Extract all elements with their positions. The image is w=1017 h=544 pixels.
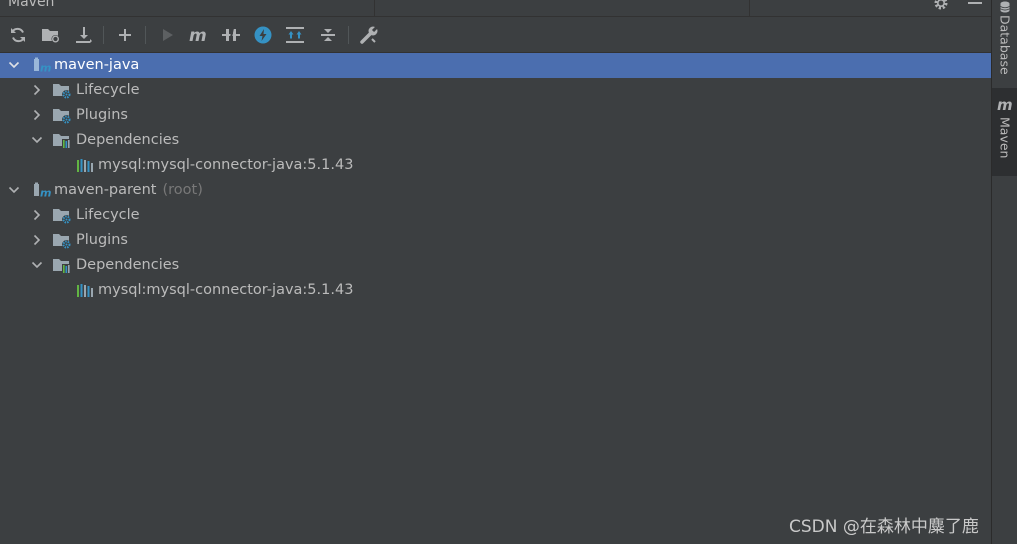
library-icon <box>77 159 93 172</box>
collapse-icon <box>321 29 335 41</box>
tab-database[interactable]: Database <box>992 0 1017 80</box>
execute-goal-button[interactable]: m <box>187 24 209 46</box>
plus-icon <box>119 29 131 41</box>
project-name: maven-parent (root) <box>54 181 203 200</box>
add-maven-project-button[interactable] <box>114 24 136 46</box>
tree-node-lifecycle[interactable]: Lifecycle <box>0 203 991 228</box>
chevron-right-icon[interactable] <box>31 234 43 246</box>
folder-gear-icon <box>53 84 71 99</box>
folder-gear-icon <box>53 209 71 224</box>
lifecycle-label: Lifecycle <box>76 207 140 223</box>
lifecycle-label: Lifecycle <box>76 82 140 98</box>
tree-node-plugins[interactable]: Plugins <box>0 228 991 253</box>
refresh-icon <box>11 27 25 43</box>
lightning-icon <box>254 26 272 44</box>
folder-refresh-icon <box>42 29 60 43</box>
chevron-down-icon[interactable] <box>8 184 20 196</box>
svg-text:m: m <box>997 97 1013 113</box>
wrench-icon <box>360 25 380 44</box>
tree-node-dependencies[interactable]: Dependencies <box>0 128 991 153</box>
dependencies-label: Dependencies <box>76 132 180 148</box>
play-icon <box>163 29 173 41</box>
plugins-label: Plugins <box>76 107 128 123</box>
database-tab-label: Database <box>997 15 1013 75</box>
download-sources-button[interactable] <box>73 24 95 46</box>
chevron-down-icon[interactable] <box>8 59 20 71</box>
offline-icon <box>222 27 240 43</box>
header-divider <box>749 0 750 16</box>
tree-node-dependency[interactable]: mysql:mysql-connector-java:5.1.43 <box>0 153 991 178</box>
watermark: CSDN @在森林中麋了鹿 <box>789 517 979 537</box>
collapse-all-button[interactable] <box>317 24 339 46</box>
chevron-right-icon[interactable] <box>31 109 43 121</box>
chevron-right-icon[interactable] <box>31 209 43 221</box>
toolbar-divider <box>103 26 104 44</box>
toggle-offline-button[interactable] <box>220 24 242 46</box>
svg-text:m: m <box>40 187 51 200</box>
project-name: maven-java <box>54 57 140 73</box>
maven-toolbar: m <box>0 17 991 53</box>
folder-gear-icon <box>53 109 71 124</box>
maven-m-icon: m <box>189 27 207 43</box>
maven-module-icon: m <box>34 57 51 75</box>
chevron-right-icon[interactable] <box>31 84 43 96</box>
run-build-button[interactable] <box>156 24 178 46</box>
tree-node-plugins[interactable]: Plugins <box>0 103 991 128</box>
skip-tests-button[interactable] <box>252 24 274 46</box>
dependencies-label: Dependencies <box>76 257 180 273</box>
svg-text:m: m <box>40 62 51 75</box>
tree-node-dependency[interactable]: mysql:mysql-connector-java:5.1.43 <box>0 278 991 303</box>
toolbar-divider <box>145 26 146 44</box>
tree-node-maven-java[interactable]: m maven-java <box>0 53 991 78</box>
maven-module-icon: m <box>34 182 51 200</box>
tab-maven[interactable]: m Maven <box>992 88 1017 176</box>
download-icon <box>76 27 92 43</box>
reload-all-projects-button[interactable] <box>7 24 29 46</box>
show-dependencies-button[interactable] <box>284 24 306 46</box>
chevron-down-icon[interactable] <box>31 134 43 146</box>
tree-node-dependencies[interactable]: Dependencies <box>0 253 991 278</box>
tool-window-header: Maven <box>0 0 991 17</box>
gear-icon[interactable] <box>933 0 949 11</box>
hide-icon[interactable] <box>968 2 982 4</box>
right-tool-strip: Database m Maven <box>991 0 1017 544</box>
root-suffix: (root) <box>162 182 203 198</box>
tool-window-title: Maven <box>8 0 55 10</box>
folder-library-icon <box>53 259 71 273</box>
expand-icon <box>286 27 304 43</box>
maven-projects-tree: m maven-java Lifecycle Plugins Dependenc… <box>0 53 991 544</box>
dependency-label: mysql:mysql-connector-java:5.1.43 <box>98 282 354 298</box>
maven-settings-button[interactable] <box>359 24 381 46</box>
svg-text:m: m <box>189 27 207 43</box>
header-divider <box>374 0 375 16</box>
folder-gear-icon <box>53 234 71 249</box>
maven-tab-label: Maven <box>997 117 1013 159</box>
toolbar-divider <box>348 26 349 44</box>
chevron-down-icon[interactable] <box>31 259 43 271</box>
maven-m-icon: m <box>997 97 1013 113</box>
project-name-text: maven-parent <box>54 182 157 198</box>
generate-sources-button[interactable] <box>40 24 62 46</box>
dependency-label: mysql:mysql-connector-java:5.1.43 <box>98 157 354 173</box>
database-icon <box>1000 1 1010 13</box>
plugins-label: Plugins <box>76 232 128 248</box>
folder-library-icon <box>53 134 71 148</box>
library-icon <box>77 284 93 297</box>
tree-node-maven-parent[interactable]: m maven-parent (root) <box>0 178 991 203</box>
tree-node-lifecycle[interactable]: Lifecycle <box>0 78 991 103</box>
